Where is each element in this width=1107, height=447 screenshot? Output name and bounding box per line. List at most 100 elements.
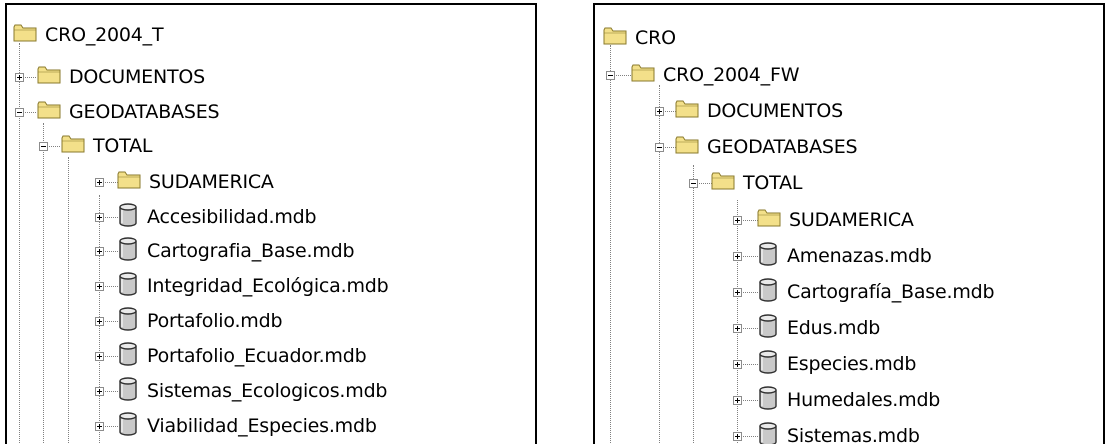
database-icon (117, 342, 139, 370)
collapse-toggle[interactable] (606, 71, 615, 80)
database-icon (757, 386, 779, 414)
expand-toggle[interactable] (95, 282, 104, 291)
collapse-toggle[interactable] (15, 108, 24, 117)
tree-node-label: DOCUMENTOS (707, 100, 843, 122)
tree-node-amenazas-mdb[interactable]: Amenazas.mdb (757, 239, 932, 273)
tree-node-label: Portafolio_Ecuador.mdb (147, 345, 367, 367)
tree-line (693, 165, 694, 444)
left-tree-panel: CRO_2004_T DOCUMENTOS GEODATABASES TOTAL (5, 3, 537, 444)
expand-toggle[interactable] (733, 396, 742, 405)
database-icon (117, 203, 139, 231)
folder-icon (37, 100, 61, 124)
tree-node-total[interactable]: TOTAL (711, 166, 802, 200)
tree-node-label: SUDAMERICA (789, 209, 914, 231)
tree-node-cartografia-base-mdb[interactable]: Cartografía_Base.mdb (757, 275, 995, 309)
tree-node-label: TOTAL (743, 172, 803, 194)
tree-node-sistemas-ecologicos-mdb[interactable]: Sistemas_Ecologicos.mdb (117, 374, 387, 408)
database-icon (117, 412, 139, 440)
folder-icon (117, 170, 141, 194)
tree-node-label: Cartografia_Base.mdb (147, 240, 355, 262)
tree-node-integridad-ecologica-mdb[interactable]: Integridad_Ecológica.mdb (117, 269, 389, 303)
expand-toggle[interactable] (95, 213, 104, 222)
tree-node-label: Integridad_Ecológica.mdb (147, 275, 389, 297)
tree-node-label: CRO_2004_T (45, 24, 164, 46)
database-icon (757, 422, 779, 444)
database-icon (117, 377, 139, 405)
collapse-toggle[interactable] (39, 142, 48, 151)
expand-toggle[interactable] (95, 352, 104, 361)
folder-icon (603, 26, 627, 50)
tree-node-especies-mdb[interactable]: Especies.mdb (757, 347, 916, 381)
expand-toggle[interactable] (733, 324, 742, 333)
tree-node-edus-mdb[interactable]: Edus.mdb (757, 311, 880, 345)
tree-line (19, 43, 20, 444)
tree-node-label: Accesibilidad.mdb (147, 206, 317, 228)
tree-node-label: CRO_2004_FW (663, 64, 800, 86)
expand-toggle[interactable] (15, 73, 24, 82)
tree-node-label: Edus.mdb (787, 317, 881, 339)
expand-toggle[interactable] (95, 247, 104, 256)
tree-node-cro-2004-fw[interactable]: CRO_2004_FW (631, 58, 799, 92)
tree-node-portafolio-ecuador-mdb[interactable]: Portafolio_Ecuador.mdb (117, 339, 367, 373)
tree-node-geodatabases[interactable]: GEODATABASES (675, 130, 858, 164)
tree-node-geodatabases[interactable]: GEODATABASES (37, 95, 220, 129)
tree-line (610, 45, 611, 444)
tree-node-portafolio-mdb[interactable]: Portafolio.mdb (117, 304, 283, 338)
expand-toggle[interactable] (95, 422, 104, 431)
database-icon (757, 278, 779, 306)
database-icon (757, 350, 779, 378)
expand-toggle[interactable] (733, 216, 742, 225)
tree-node-cro-2004-t[interactable]: CRO_2004_T (13, 18, 164, 52)
tree-line (737, 200, 738, 444)
right-folder-tree: CRO CRO_2004_FW DOCUMENTOS GEODATABASES (595, 5, 1103, 444)
expand-toggle[interactable] (95, 317, 104, 326)
expand-toggle[interactable] (733, 432, 742, 441)
tree-node-label: Sistemas.mdb (787, 425, 920, 444)
database-icon (117, 237, 139, 265)
tree-node-label: SUDAMERICA (149, 171, 274, 193)
collapse-toggle[interactable] (655, 143, 664, 152)
tree-node-label: Especies.mdb (787, 353, 917, 375)
tree-node-sistemas-mdb[interactable]: Sistemas.mdb (757, 419, 920, 444)
folder-icon (37, 65, 61, 89)
folder-icon (675, 99, 699, 123)
tree-node-label: Humedales.mdb (787, 389, 941, 411)
database-icon (757, 314, 779, 342)
tree-node-label: GEODATABASES (707, 136, 858, 158)
tree-node-label: DOCUMENTOS (69, 66, 205, 88)
tree-node-total[interactable]: TOTAL (61, 129, 152, 163)
tree-node-label: Portafolio.mdb (147, 310, 283, 332)
folder-icon (61, 134, 85, 158)
folder-icon (675, 135, 699, 159)
expand-toggle[interactable] (95, 178, 104, 187)
folder-icon (757, 208, 781, 232)
tree-node-documentos[interactable]: DOCUMENTOS (37, 60, 205, 94)
database-icon (117, 307, 139, 335)
collapse-toggle[interactable] (689, 179, 698, 188)
expand-toggle[interactable] (733, 288, 742, 297)
expand-toggle[interactable] (733, 252, 742, 261)
expand-toggle[interactable] (733, 360, 742, 369)
tree-node-cartografia-base-mdb[interactable]: Cartografia_Base.mdb (117, 234, 355, 268)
tree-node-label: Cartografía_Base.mdb (787, 281, 995, 303)
tree-node-label: GEODATABASES (69, 101, 220, 123)
tree-node-humedales-mdb[interactable]: Humedales.mdb (757, 383, 940, 417)
tree-node-label: Viabilidad_Especies.mdb (147, 415, 377, 437)
tree-node-accesibilidad-mdb[interactable]: Accesibilidad.mdb (117, 200, 317, 234)
tree-node-label: Amenazas.mdb (787, 245, 932, 267)
tree-node-sudamerica[interactable]: SUDAMERICA (117, 165, 274, 199)
tree-line (659, 85, 660, 444)
tree-node-label: CRO (635, 27, 676, 49)
tree-line (68, 157, 69, 444)
right-tree-panel: CRO CRO_2004_FW DOCUMENTOS GEODATABASES (593, 3, 1105, 444)
database-icon (117, 272, 139, 300)
tree-node-documentos[interactable]: DOCUMENTOS (675, 94, 843, 128)
folder-icon (631, 63, 655, 87)
tree-node-viabilidad-especies-mdb[interactable]: Viabilidad_Especies.mdb (117, 409, 377, 443)
tree-node-sudamerica[interactable]: SUDAMERICA (757, 203, 914, 237)
tree-node-cro[interactable]: CRO (603, 21, 676, 55)
folder-icon (711, 171, 735, 195)
database-icon (757, 242, 779, 270)
expand-toggle[interactable] (95, 387, 104, 396)
expand-toggle[interactable] (655, 107, 664, 116)
